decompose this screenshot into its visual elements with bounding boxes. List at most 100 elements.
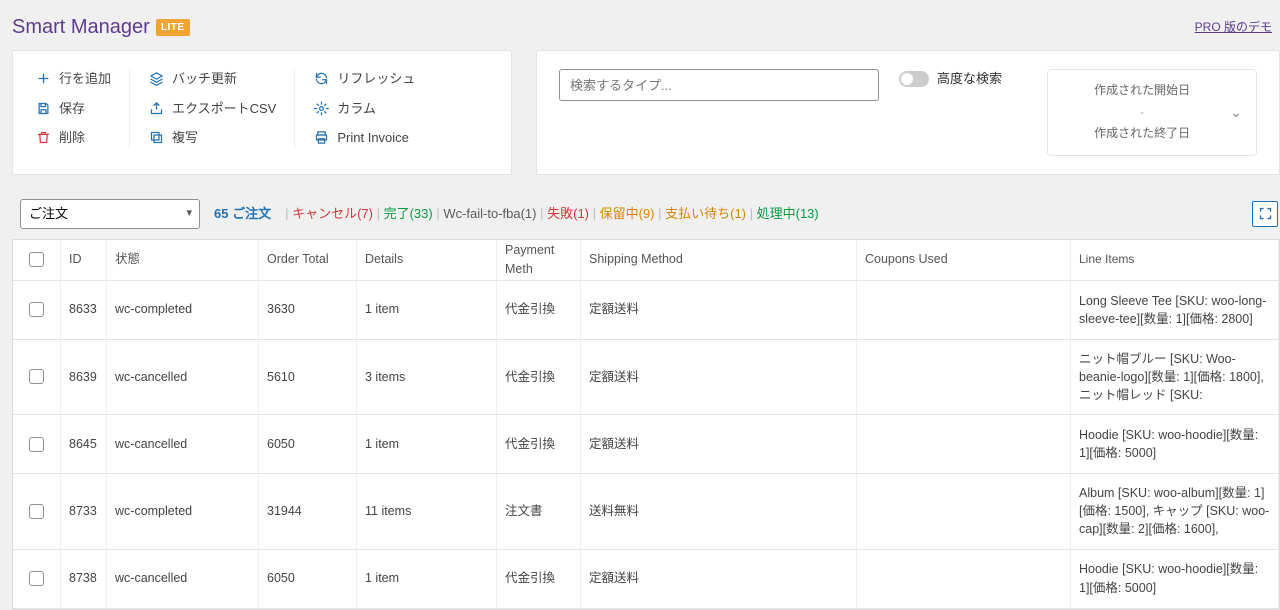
cell-status: wc-cancelled: [107, 340, 259, 414]
cell-details: 3 items: [357, 340, 497, 414]
table-top-bar: ご注文 65 ご注文 | キャンセル(7) | 完了(33) | Wc-fail…: [20, 199, 1280, 229]
header-payment[interactable]: Payment Meth: [497, 240, 581, 280]
record-count: 65 ご注文: [214, 204, 271, 224]
cell-details: 1 item: [357, 550, 497, 608]
status-filter[interactable]: 保留中(9): [600, 206, 655, 221]
date-end-label: 作成された終了日: [1062, 123, 1222, 145]
actions-panel: 行を追加保存削除 バッチ更新エクスポートCSV 複写 リフレッシュカラム Print I…: [12, 50, 512, 175]
table-row[interactable]: 8645wc-cancelled60501 item代金引換定額送料Hoodie…: [13, 415, 1279, 474]
status-filter[interactable]: キャンセル(7): [292, 206, 373, 221]
cell-shipping: 定額送料: [581, 550, 857, 608]
cell-total: 6050: [259, 550, 357, 608]
export-action[interactable]: エクスポートCSV: [148, 99, 276, 119]
cell-total: 31944: [259, 474, 357, 548]
action-label: リフレッシュ: [337, 69, 415, 89]
cell-id: 8639: [61, 340, 107, 414]
data-grid: ID 状態 Order Total Details Payment Meth S…: [12, 239, 1280, 610]
table-row[interactable]: 8633wc-completed36301 item代金引換定額送料Long S…: [13, 281, 1279, 340]
cell-total: 5610: [259, 340, 357, 414]
cell-shipping: 定額送料: [581, 281, 857, 339]
status-filter[interactable]: 処理中(13): [757, 206, 819, 221]
print-action[interactable]: Print Invoice: [313, 128, 415, 148]
header-id[interactable]: ID: [61, 240, 107, 280]
row-checkbox-cell: [13, 340, 61, 414]
status-filter[interactable]: Wc-fail-to-fba(1): [443, 206, 536, 221]
table-row[interactable]: 8738wc-cancelled60501 item代金引換定額送料Hoodie…: [13, 550, 1279, 609]
copy-icon: [148, 130, 164, 146]
cell-status: wc-cancelled: [107, 415, 259, 473]
action-label: 行を追加: [59, 69, 111, 89]
cell-line-items: Hoodie [SKU: woo-hoodie][数量: 1][価格: 5000…: [1071, 415, 1279, 473]
row-checkbox[interactable]: [29, 369, 44, 384]
header-details[interactable]: Details: [357, 240, 497, 280]
header-total[interactable]: Order Total: [259, 240, 357, 280]
row-checkbox[interactable]: [29, 302, 44, 317]
search-panel: 高度な検索 作成された開始日 - 作成された終了日 ⌄: [536, 50, 1280, 175]
cell-payment: 代金引換: [497, 550, 581, 608]
cell-coupons: [857, 415, 1071, 473]
cell-status: wc-cancelled: [107, 550, 259, 608]
cell-total: 6050: [259, 415, 357, 473]
cell-id: 8633: [61, 281, 107, 339]
cell-coupons: [857, 281, 1071, 339]
status-separator: |: [433, 206, 444, 221]
delete-action[interactable]: 削除: [35, 128, 111, 148]
cell-line-items: Album [SKU: woo-album][数量: 1][価格: 1500],…: [1071, 474, 1279, 548]
table-row[interactable]: 8639wc-cancelled56103 items代金引換定額送料ニット帽ブ…: [13, 340, 1279, 415]
status-separator: |: [537, 206, 548, 221]
cell-id: 8738: [61, 550, 107, 608]
export-icon: [148, 100, 164, 116]
row-checkbox[interactable]: [29, 571, 44, 586]
header-coupons[interactable]: Coupons Used: [857, 240, 1071, 280]
cell-status: wc-completed: [107, 474, 259, 548]
status-filter[interactable]: 支払い待ち(1): [665, 206, 746, 221]
cell-payment: 代金引換: [497, 281, 581, 339]
cell-shipping: 送料無料: [581, 474, 857, 548]
fullscreen-icon: [1258, 206, 1273, 221]
header-status[interactable]: 状態: [107, 240, 259, 280]
cell-details: 1 item: [357, 281, 497, 339]
header-line-items[interactable]: Line Items: [1071, 240, 1279, 280]
refresh-action[interactable]: リフレッシュ: [313, 69, 415, 89]
header: Smart Manager LITE PRO 版のデモ: [12, 8, 1280, 50]
pro-demo-link[interactable]: PRO 版のデモ: [1195, 18, 1272, 36]
search-input[interactable]: [559, 69, 879, 101]
date-range-picker[interactable]: 作成された開始日 - 作成された終了日 ⌄: [1047, 69, 1257, 156]
status-filter[interactable]: 完了(33): [384, 206, 433, 221]
header-checkbox-cell: [13, 240, 61, 280]
cell-payment: 代金引換: [497, 415, 581, 473]
cell-id: 8733: [61, 474, 107, 548]
action-label: 削除: [59, 128, 85, 148]
duplicate-action[interactable]: 複写: [148, 128, 276, 148]
advanced-search-label: 高度な検索: [937, 69, 1002, 89]
save-action[interactable]: 保存: [35, 99, 111, 119]
add-row-action[interactable]: 行を追加: [35, 69, 111, 89]
action-label: エクスポートCSV: [172, 99, 276, 119]
toggle-icon: [899, 71, 929, 87]
dashboard-select[interactable]: ご注文: [20, 199, 200, 229]
select-all-checkbox[interactable]: [29, 252, 44, 267]
action-label: 保存: [59, 99, 85, 119]
save-icon: [35, 100, 51, 116]
status-filter[interactable]: 失敗(1): [547, 206, 589, 221]
table-row[interactable]: 8733wc-completed3194411 items注文書送料無料Albu…: [13, 474, 1279, 549]
chevron-down-icon: ⌄: [1230, 102, 1242, 123]
header-shipping[interactable]: Shipping Method: [581, 240, 857, 280]
action-label: 複写: [172, 128, 198, 148]
row-checkbox[interactable]: [29, 437, 44, 452]
action-label: カラム: [337, 99, 376, 119]
row-checkbox-cell: [13, 281, 61, 339]
cell-line-items: ニット帽ブルー [SKU: Woo-beanie-logo][数量: 1][価格…: [1071, 340, 1279, 414]
cell-coupons: [857, 550, 1071, 608]
date-start-label: 作成された開始日: [1062, 80, 1222, 102]
fullscreen-button[interactable]: [1252, 201, 1278, 227]
row-checkbox[interactable]: [29, 504, 44, 519]
row-checkbox-cell: [13, 474, 61, 548]
advanced-search-toggle[interactable]: 高度な検索: [899, 69, 1002, 89]
batch-action[interactable]: バッチ更新: [148, 69, 276, 89]
cell-details: 11 items: [357, 474, 497, 548]
cell-shipping: 定額送料: [581, 340, 857, 414]
plus-icon: [35, 71, 51, 87]
columns-action[interactable]: カラム: [313, 99, 415, 119]
layers-icon: [148, 71, 164, 87]
